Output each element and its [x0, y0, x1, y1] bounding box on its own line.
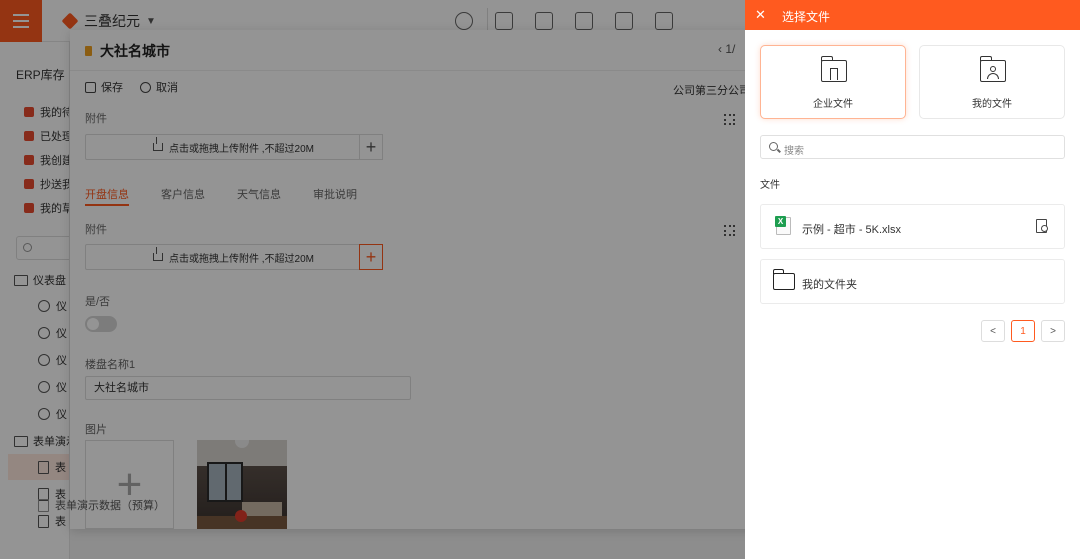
file-row[interactable]: 示例 - 超市 - 5K.xlsx [760, 204, 1065, 249]
search-placeholder: 搜索 [784, 146, 804, 157]
close-icon[interactable]: ✕ [755, 7, 766, 23]
search-icon [769, 142, 778, 151]
sidebar-item-form-budget[interactable]: 表单演示数据（预算） [38, 497, 165, 513]
my-files-label: 我的文件 [972, 99, 1012, 110]
page-1-button[interactable]: 1 [1011, 320, 1035, 342]
enterprise-files-card[interactable]: 企业文件 [760, 45, 906, 119]
files-section-title: 文件 [760, 180, 780, 191]
folder-name: 我的文件夹 [802, 279, 857, 291]
drawer-header: ✕ 选择文件 [745, 0, 1080, 30]
user-folder-icon [979, 56, 1006, 82]
enterprise-files-label: 企业文件 [813, 99, 853, 110]
drawer-title: 选择文件 [782, 10, 831, 24]
file-picker-drawer: ✕ 选择文件 企业文件 我的文件 搜索 文件 示例 - 超市 - 5K.xlsx… [745, 0, 1080, 559]
my-files-card[interactable]: 我的文件 [919, 45, 1065, 119]
folder-row[interactable]: 我的文件夹 [760, 259, 1065, 304]
folder-icon [772, 269, 795, 290]
preview-icon[interactable] [1036, 219, 1048, 233]
prev-page-button[interactable]: < [981, 320, 1005, 342]
enterprise-folder-icon [820, 56, 847, 82]
form-icon [38, 498, 49, 512]
excel-file-icon [775, 216, 791, 235]
file-search-input[interactable]: 搜索 [760, 135, 1065, 159]
next-page-button[interactable]: > [1041, 320, 1065, 342]
modal-backdrop[interactable] [0, 0, 745, 559]
file-name: 示例 - 超市 - 5K.xlsx [802, 224, 902, 236]
